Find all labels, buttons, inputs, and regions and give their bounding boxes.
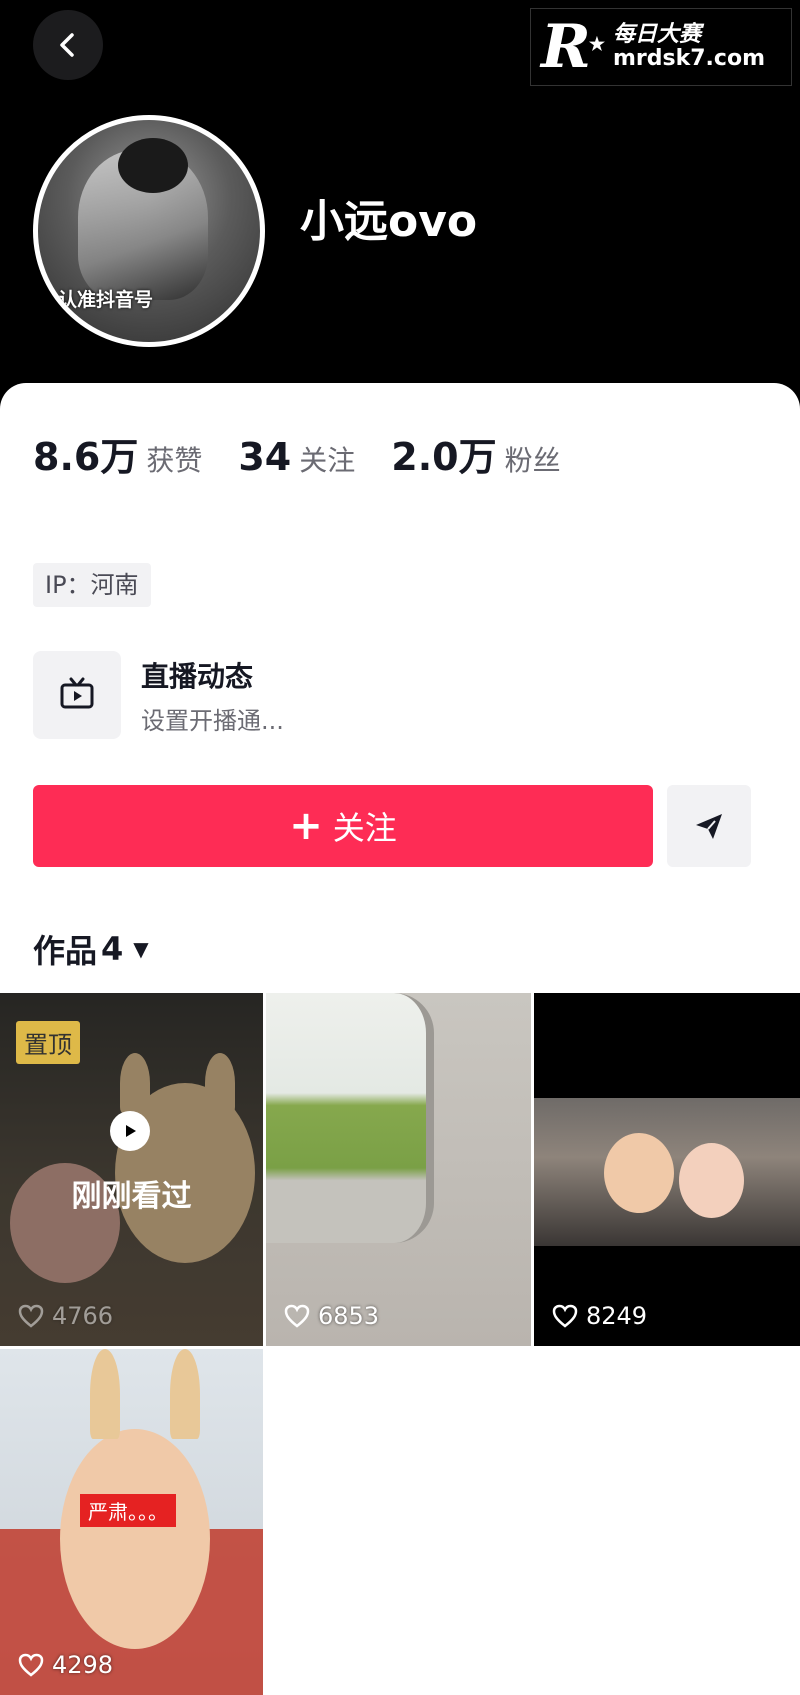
play-icon bbox=[110, 1111, 150, 1151]
watermark-logo: R ★ bbox=[541, 12, 605, 82]
recently-watched-label: 刚刚看过 bbox=[71, 1179, 192, 1214]
avatar-caption: 认准抖音号 bbox=[58, 289, 154, 311]
works-label: 作品 bbox=[33, 932, 98, 970]
live-activity-entry[interactable]: 直播动态 设置开播通... bbox=[33, 651, 284, 739]
stat-followers[interactable]: 2.0万 粉丝 bbox=[391, 426, 560, 481]
heart-icon bbox=[552, 1304, 578, 1328]
follow-button[interactable]: + 关注 bbox=[33, 785, 653, 867]
stat-likes[interactable]: 8.6万 获赞 bbox=[33, 426, 202, 481]
like-count: 4766 bbox=[18, 1302, 113, 1330]
stats-row: 8.6万 获赞 34 关注 2.0万 粉丝 bbox=[33, 426, 597, 481]
stat-label: 获赞 bbox=[146, 444, 203, 477]
plus-icon: + bbox=[289, 803, 323, 849]
stat-label: 粉丝 bbox=[504, 444, 561, 477]
avatar[interactable]: 认准抖音号 bbox=[33, 115, 265, 347]
profile-card: 8.6万 获赞 34 关注 2.0万 粉丝 IP：河南 直播动态 设置开播通..… bbox=[0, 383, 800, 1003]
chevron-left-icon bbox=[60, 33, 74, 57]
profile-header: R ★ 每日大赛 mrdsk7.com 认准抖音号 小远ovo bbox=[0, 0, 800, 400]
ip-location-tag: IP：河南 bbox=[33, 563, 151, 607]
like-count: 4298 bbox=[18, 1651, 113, 1679]
stat-value: 2.0万 bbox=[391, 435, 497, 479]
like-count: 6853 bbox=[284, 1302, 379, 1330]
pinned-badge: 置顶 bbox=[16, 1021, 80, 1064]
heart-icon bbox=[284, 1304, 310, 1328]
live-title: 直播动态 bbox=[141, 659, 254, 693]
stat-value: 8.6万 bbox=[33, 435, 139, 479]
like-count: 8249 bbox=[552, 1302, 647, 1330]
video-thumbnail[interactable]: 6853 bbox=[266, 993, 531, 1346]
sticker-text: 严肃。。。 bbox=[80, 1494, 176, 1527]
works-count: 4 bbox=[101, 930, 124, 968]
stat-value: 34 bbox=[238, 435, 292, 479]
stat-following[interactable]: 34 关注 bbox=[238, 435, 355, 479]
video-thumbnail[interactable]: 8249 bbox=[534, 993, 800, 1346]
tv-icon bbox=[60, 677, 94, 709]
live-subtitle: 设置开播通... bbox=[141, 706, 284, 735]
heart-icon bbox=[18, 1653, 44, 1677]
watermark: R ★ 每日大赛 mrdsk7.com bbox=[530, 8, 792, 86]
username: 小远ovo bbox=[300, 196, 478, 247]
caret-down-icon: ▼ bbox=[133, 937, 149, 961]
watermark-title: 每日大赛 bbox=[613, 21, 702, 47]
video-thumbnail[interactable]: 置顶 刚刚看过 4766 bbox=[0, 993, 263, 1346]
heart-icon bbox=[18, 1304, 44, 1328]
works-tab[interactable]: 作品 4 ▼ bbox=[33, 926, 149, 972]
watermark-url: mrdsk7.com bbox=[613, 46, 765, 71]
share-button[interactable] bbox=[667, 785, 751, 867]
send-icon bbox=[696, 814, 722, 839]
back-button[interactable] bbox=[33, 10, 103, 80]
video-thumbnail[interactable]: 严肃。。。 4298 bbox=[0, 1349, 263, 1695]
stat-label: 关注 bbox=[299, 444, 356, 477]
follow-label: 关注 bbox=[332, 809, 397, 847]
